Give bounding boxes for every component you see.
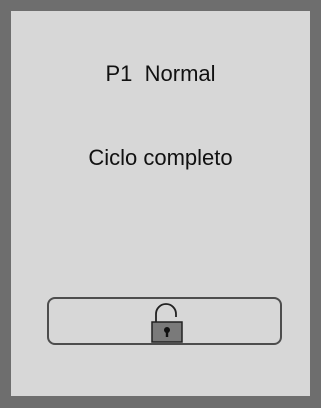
display-screen: P1 Normal Ciclo completo bbox=[11, 11, 310, 396]
unlocked-padlock-icon bbox=[151, 303, 183, 343]
lock-toggle-button[interactable] bbox=[47, 297, 282, 345]
program-line: P1 Normal bbox=[11, 61, 310, 87]
cycle-status: Ciclo completo bbox=[88, 145, 233, 170]
program-id: P1 bbox=[105, 61, 133, 86]
device-display-frame: P1 Normal Ciclo completo bbox=[0, 0, 321, 408]
program-mode: Normal bbox=[144, 61, 216, 86]
